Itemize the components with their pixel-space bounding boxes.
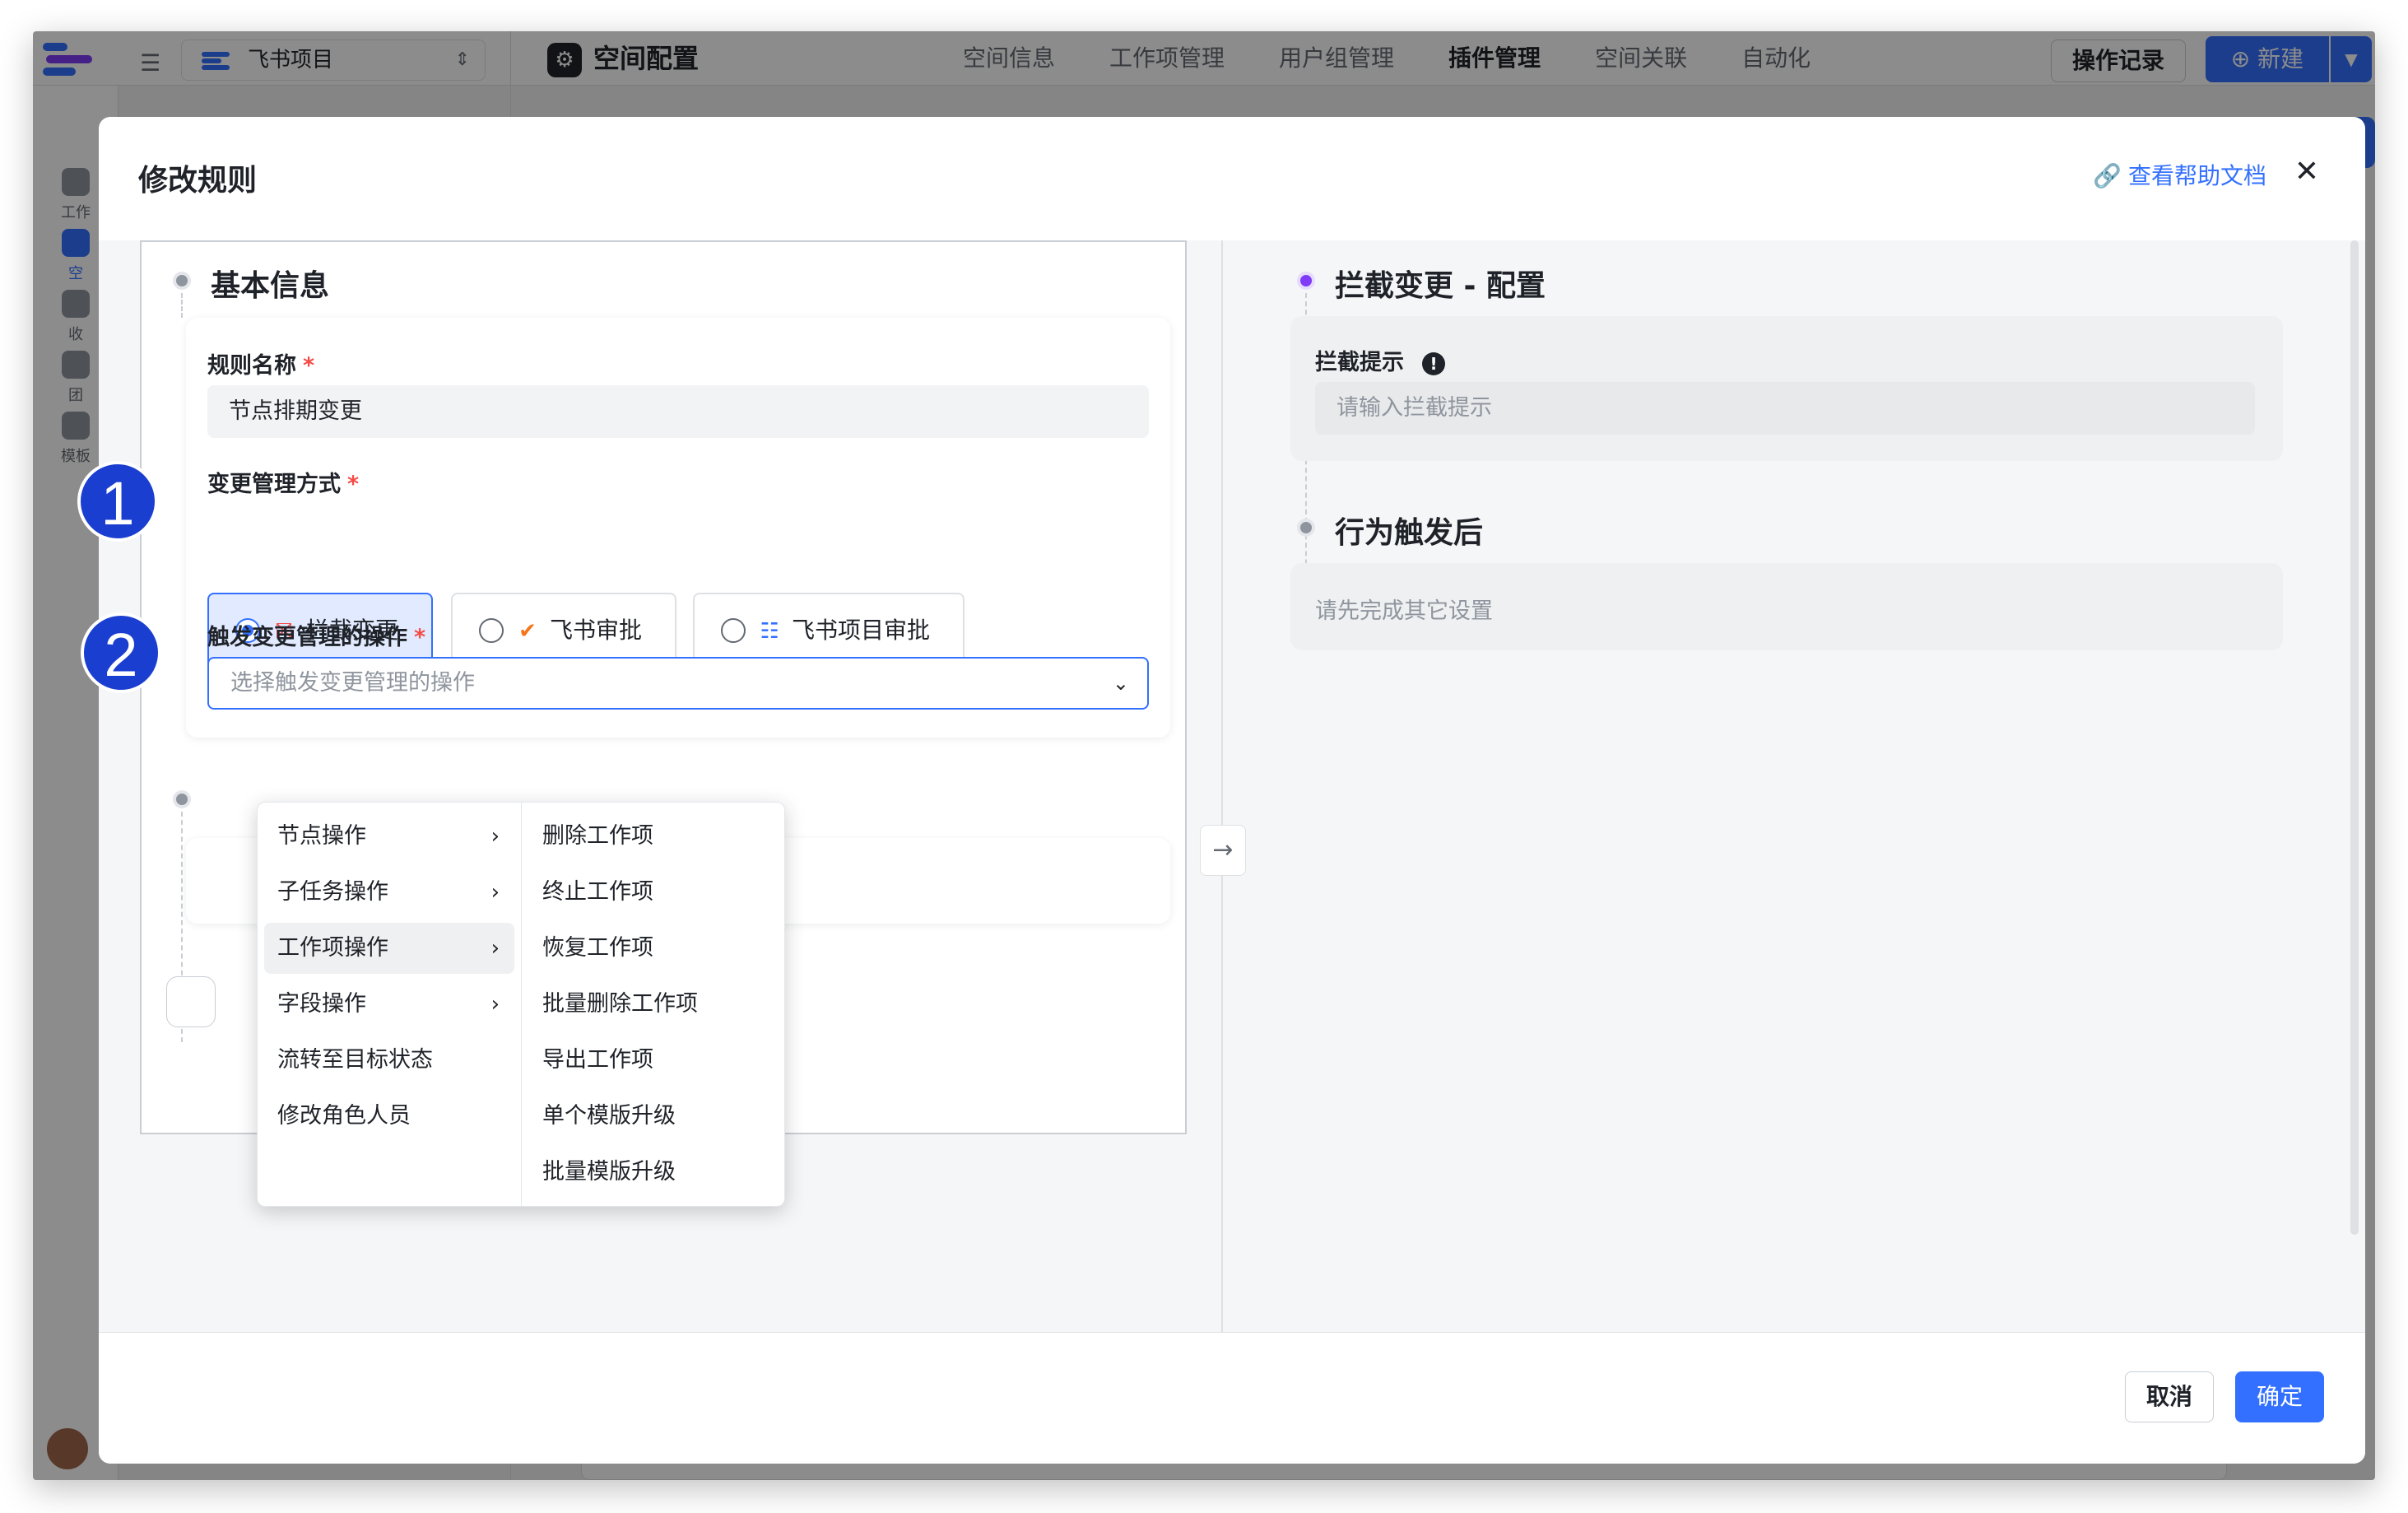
hint-label: 拦截提示! bbox=[1315, 344, 1445, 376]
edit-rule-modal: 修改规则 🔗 查看帮助文档 ✕ 基本信息 规则名称 * 节点排期变更 变更管理方式 *… bbox=[99, 117, 2365, 1464]
annotation-badge-2: 2 bbox=[81, 612, 161, 693]
mode-option-label: 飞书项目审批 bbox=[792, 617, 931, 644]
info-icon[interactable]: ! bbox=[1422, 351, 1445, 375]
help-doc-link[interactable]: 🔗 查看帮助文档 bbox=[2093, 158, 2266, 191]
after-trigger-title: 行为触发后 bbox=[1335, 516, 1484, 550]
hint-input[interactable]: 请输入拦截提示 bbox=[1315, 382, 2255, 435]
step-dot-config bbox=[1297, 272, 1315, 290]
trigger-label-text: 触发变更管理的操作 bbox=[207, 625, 407, 650]
cancel-button[interactable]: 取消 bbox=[2125, 1371, 2214, 1422]
mode-label: 变更管理方式 * bbox=[207, 466, 359, 498]
submenu-item[interactable]: 终止工作项 bbox=[529, 867, 776, 918]
mode-option-label: 飞书审批 bbox=[550, 617, 643, 644]
ok-button[interactable]: 确定 bbox=[2235, 1371, 2324, 1422]
help-link-label: 查看帮助文档 bbox=[2127, 162, 2266, 189]
trigger-select[interactable]: 选择触发变更管理的操作 ⌄ bbox=[207, 657, 1149, 710]
radio-unchecked[interactable] bbox=[721, 618, 746, 643]
mode-label-text: 变更管理方式 bbox=[207, 472, 341, 497]
submenu-item[interactable]: 单个模版升级 bbox=[529, 1091, 776, 1142]
basic-info-title: 基本信息 bbox=[211, 269, 330, 303]
chevron-right-icon: › bbox=[490, 936, 500, 961]
add-step-button[interactable] bbox=[166, 976, 216, 1027]
menu-item-subtask-ops[interactable]: 子任务操作 › bbox=[264, 867, 514, 918]
step-dot-second bbox=[173, 790, 191, 808]
menu-item-role-change[interactable]: 修改角色人员 bbox=[264, 1091, 514, 1142]
trigger-select-placeholder: 选择触发变更管理的操作 bbox=[230, 670, 475, 696]
menu-item-label: 工作项操作 bbox=[277, 935, 388, 961]
chevron-right-icon: › bbox=[490, 824, 500, 849]
required-mark: * bbox=[414, 625, 426, 650]
chevron-right-icon: › bbox=[490, 880, 500, 905]
rule-name-input[interactable]: 节点排期变更 bbox=[207, 385, 1149, 438]
pane-divider bbox=[1221, 240, 1223, 1332]
step-dot-after bbox=[1297, 519, 1315, 537]
submenu-item[interactable]: 恢复工作项 bbox=[529, 923, 776, 974]
menu-item-label: 子任务操作 bbox=[277, 879, 388, 905]
submenu-item[interactable]: 删除工作项 bbox=[529, 811, 776, 862]
radio-unchecked[interactable] bbox=[479, 618, 504, 643]
menu-item-field-ops[interactable]: 字段操作 › bbox=[264, 979, 514, 1030]
submenu-item[interactable]: 批量删除工作项 bbox=[529, 979, 776, 1030]
menu-item-label: 字段操作 bbox=[277, 991, 366, 1017]
modal-title: 修改规则 bbox=[138, 164, 258, 198]
rule-name-label: 规则名称 * bbox=[207, 347, 314, 379]
menu-item-node-ops[interactable]: 节点操作 › bbox=[264, 811, 514, 862]
app-window: ☰ 飞书项目 ⇕ ⚙ 空间配置 空间信息 工作项管理 用户组管理 插件管理 空间关… bbox=[33, 31, 2375, 1480]
step-connector bbox=[181, 293, 183, 318]
submenu-item[interactable]: 导出工作项 bbox=[529, 1035, 776, 1086]
submenu-item[interactable]: 批量模版升级 bbox=[529, 1147, 776, 1198]
scrollbar[interactable] bbox=[2350, 240, 2359, 1235]
hint-label-text: 拦截提示 bbox=[1315, 350, 1404, 375]
step-dot-basic bbox=[173, 272, 191, 290]
required-mark: * bbox=[347, 472, 360, 497]
chevron-down-icon: ⌄ bbox=[1112, 672, 1129, 695]
modal-footer bbox=[99, 1332, 2365, 1464]
link-icon: 🔗 bbox=[2093, 162, 2122, 189]
rule-name-label-text: 规则名称 bbox=[207, 353, 296, 379]
menu-item-transition[interactable]: 流转至目标状态 bbox=[264, 1035, 514, 1086]
arrow-right-icon[interactable]: → bbox=[1200, 825, 1246, 876]
trigger-dropdown-menu: 节点操作 › 子任务操作 › 工作项操作 › 字段操作 › 流转至目标状态 修改角色人员… bbox=[257, 802, 785, 1207]
required-mark: * bbox=[303, 353, 315, 379]
after-trigger-placeholder: 请先完成其它设置 bbox=[1315, 598, 1493, 624]
menu-column-divider bbox=[521, 803, 522, 1206]
config-title: 拦截变更 - 配置 bbox=[1335, 269, 1546, 303]
chevron-right-icon: › bbox=[490, 992, 500, 1017]
trigger-label: 触发变更管理的操作 * bbox=[207, 619, 425, 651]
annotation-badge-1: 1 bbox=[77, 461, 158, 542]
menu-item-workitem-ops[interactable]: 工作项操作 › bbox=[264, 923, 514, 974]
close-icon[interactable]: ✕ bbox=[2294, 155, 2319, 189]
menu-item-label: 节点操作 bbox=[277, 823, 366, 849]
